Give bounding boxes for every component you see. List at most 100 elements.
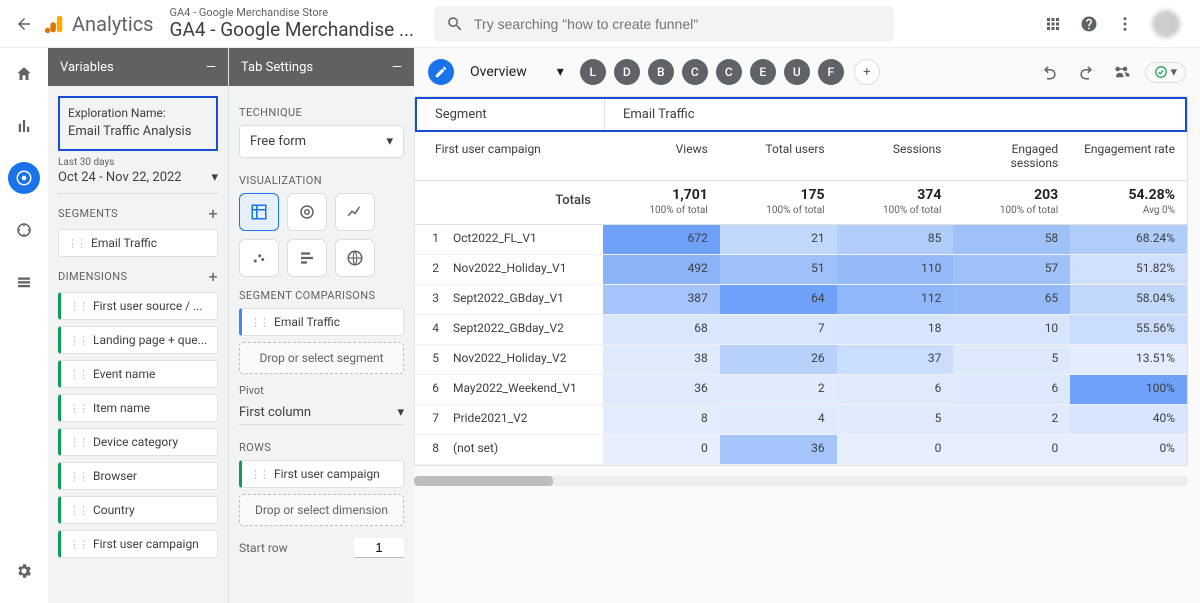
visualization-label: VISUALIZATION bbox=[239, 174, 322, 187]
row-index: 4 bbox=[415, 315, 449, 344]
dimension-chip[interactable]: ⋮⋮Device category bbox=[58, 428, 218, 456]
canvas-toolbar: Overview ▾ LDBCCEUF + ▾ bbox=[414, 48, 1200, 96]
exploration-tab[interactable]: B bbox=[648, 59, 674, 85]
segment-drop-zone[interactable]: Drop or select segment bbox=[239, 342, 404, 374]
dimension-chip[interactable]: ⋮⋮First user source / ... bbox=[58, 292, 218, 320]
collapse-variables-icon[interactable]: — bbox=[206, 60, 216, 75]
drag-handle-icon: ⋮⋮ bbox=[69, 334, 87, 347]
table-row[interactable]: 4Sept2022_GBday_V2687181055.56% bbox=[415, 315, 1187, 345]
nav-home[interactable] bbox=[8, 58, 40, 90]
drag-handle-icon: ⋮⋮ bbox=[69, 504, 87, 517]
viz-line[interactable] bbox=[335, 193, 375, 231]
add-segment-button[interactable]: + bbox=[209, 204, 218, 223]
exploration-tab[interactable]: E bbox=[750, 59, 776, 85]
metric-cell: 100% bbox=[1070, 375, 1187, 404]
row-dimension: Nov2022_Holiday_V1 bbox=[449, 255, 603, 284]
viz-scatter[interactable] bbox=[239, 239, 279, 277]
pivot-select[interactable]: First column ▾ bbox=[239, 401, 404, 425]
scrollbar-thumb[interactable] bbox=[414, 476, 553, 486]
metric-header[interactable]: Engagement rate bbox=[1070, 132, 1187, 180]
technique-select[interactable]: Free form ▾ bbox=[239, 125, 404, 158]
scatter-icon bbox=[250, 249, 268, 267]
metric-header[interactable]: Sessions bbox=[837, 132, 954, 180]
exploration-tab[interactable]: D bbox=[614, 59, 640, 85]
row-index: 5 bbox=[415, 345, 449, 374]
help-icon[interactable] bbox=[1080, 15, 1098, 33]
exploration-tab[interactable]: F bbox=[818, 59, 844, 85]
metric-header[interactable]: Views bbox=[603, 132, 720, 180]
dimension-chip[interactable]: ⋮⋮First user campaign bbox=[58, 530, 218, 558]
viz-donut[interactable] bbox=[287, 193, 327, 231]
table-row[interactable]: 6May2022_Weekend_V136266100% bbox=[415, 375, 1187, 405]
exploration-tab[interactable]: C bbox=[716, 59, 742, 85]
exploration-tab[interactable]: C bbox=[682, 59, 708, 85]
redo-button[interactable] bbox=[1073, 59, 1099, 85]
search-input[interactable] bbox=[474, 16, 882, 32]
share-button[interactable] bbox=[1109, 59, 1135, 85]
segment-comparisons-label: SEGMENT COMPARISONS bbox=[239, 289, 375, 302]
chevron-down-icon: ▾ bbox=[1170, 65, 1177, 80]
dimension-chip[interactable]: ⋮⋮Country bbox=[58, 496, 218, 524]
nav-advertising[interactable] bbox=[8, 214, 40, 246]
rows-chip[interactable]: ⋮⋮First user campaign bbox=[239, 460, 404, 488]
viz-geo[interactable] bbox=[335, 239, 375, 277]
add-dimension-button[interactable]: + bbox=[209, 267, 218, 286]
viz-bar[interactable] bbox=[287, 239, 327, 277]
pivot-value: First column bbox=[239, 405, 311, 420]
app-name: Analytics bbox=[72, 12, 154, 36]
more-vert-icon[interactable] bbox=[1116, 15, 1134, 33]
exploration-tab[interactable]: L bbox=[580, 59, 606, 85]
table-row[interactable]: 8(not set)036000% bbox=[415, 435, 1187, 465]
property-title: GA4 - Google Merchandise ... bbox=[170, 19, 415, 42]
row-index: 3 bbox=[415, 285, 449, 314]
nav-explore[interactable] bbox=[8, 162, 40, 194]
add-tab-button[interactable]: + bbox=[854, 59, 880, 85]
metric-header[interactable]: Total users bbox=[720, 132, 837, 180]
table-row[interactable]: 3Sept2022_GBday_V1387641126558.04% bbox=[415, 285, 1187, 315]
metric-cell: 13.51% bbox=[1070, 345, 1187, 374]
table-row[interactable]: 1Oct2022_FL_V167221855868.24% bbox=[415, 225, 1187, 255]
dimension-chip[interactable]: ⋮⋮Item name bbox=[58, 394, 218, 422]
nav-configure[interactable] bbox=[8, 266, 40, 298]
undo-button[interactable] bbox=[1037, 59, 1063, 85]
technique-label: TECHNIQUE bbox=[239, 106, 302, 119]
account-avatar[interactable] bbox=[1152, 10, 1180, 38]
variables-panel: Variables — Exploration Name: Email Traf… bbox=[48, 48, 228, 603]
metric-header[interactable]: Engaged sessions bbox=[953, 132, 1070, 180]
row-index: 1 bbox=[415, 225, 449, 254]
edit-tab-badge[interactable] bbox=[428, 59, 454, 85]
dimension-chip[interactable]: ⋮⋮Event name bbox=[58, 360, 218, 388]
dimension-header[interactable]: First user campaign bbox=[415, 132, 603, 180]
search-icon bbox=[446, 15, 464, 33]
chevron-down-icon: ▾ bbox=[397, 405, 404, 420]
dimension-chip[interactable]: ⋮⋮Landing page + que... bbox=[58, 326, 218, 354]
viz-table[interactable] bbox=[239, 193, 279, 231]
back-button[interactable] bbox=[8, 8, 40, 40]
overview-label: Overview bbox=[470, 64, 527, 80]
collapse-tab-settings-icon[interactable]: — bbox=[392, 60, 402, 75]
status-pill[interactable]: ▾ bbox=[1145, 62, 1186, 83]
rows-drop-zone[interactable]: Drop or select dimension bbox=[239, 494, 404, 526]
table-row[interactable]: 5Nov2022_Holiday_V2382637513.51% bbox=[415, 345, 1187, 375]
left-nav-rail bbox=[0, 48, 48, 603]
table-row[interactable]: 7Pride2021_V2845240% bbox=[415, 405, 1187, 435]
exploration-name-box[interactable]: Exploration Name: Email Traffic Analysis bbox=[58, 96, 218, 151]
metric-cell: 7 bbox=[720, 315, 837, 344]
apps-icon[interactable] bbox=[1044, 15, 1062, 33]
segment-chip[interactable]: ⋮⋮Email Traffic bbox=[58, 229, 218, 257]
search-bar[interactable] bbox=[434, 6, 894, 42]
nav-reports[interactable] bbox=[8, 110, 40, 142]
nav-admin[interactable] bbox=[8, 555, 40, 587]
horizontal-scrollbar[interactable] bbox=[414, 476, 1188, 486]
table-row[interactable]: 2Nov2022_Holiday_V1492511105751.82% bbox=[415, 255, 1187, 285]
tab-name-dropdown[interactable]: Overview ▾ bbox=[464, 60, 570, 84]
dimension-chip[interactable]: ⋮⋮Browser bbox=[58, 462, 218, 490]
date-range-picker[interactable]: Oct 24 - Nov 22, 2022 ▾ bbox=[58, 168, 218, 194]
exploration-tab[interactable]: U bbox=[784, 59, 810, 85]
metric-cell: 5 bbox=[953, 345, 1070, 374]
property-selector[interactable]: GA4 - Google Merchandise Store GA4 - Goo… bbox=[170, 6, 415, 42]
segment-header-label: Segment bbox=[417, 99, 605, 130]
segment-comparison-chip[interactable]: ⋮⋮Email Traffic bbox=[239, 308, 404, 336]
tab-settings-panel: Tab Settings — TECHNIQUE Free form ▾ VIS… bbox=[228, 48, 414, 603]
start-row-input[interactable] bbox=[354, 538, 404, 558]
